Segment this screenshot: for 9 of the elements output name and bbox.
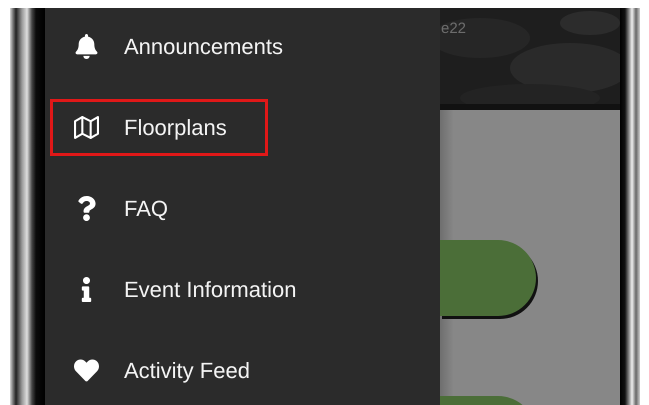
menu-item[interactable]: Event Information xyxy=(50,261,308,318)
menu-item[interactable]: Activity Feed xyxy=(50,342,268,399)
menu-item[interactable]: Announcements xyxy=(50,18,294,75)
menu-item[interactable]: Floorplans xyxy=(50,99,268,156)
map-icon xyxy=(72,115,100,140)
menu-item[interactable]: FAQ xyxy=(50,180,268,237)
pill-button[interactable] xyxy=(440,240,536,316)
heart-icon xyxy=(72,358,100,383)
header-text: e22 xyxy=(441,20,466,37)
